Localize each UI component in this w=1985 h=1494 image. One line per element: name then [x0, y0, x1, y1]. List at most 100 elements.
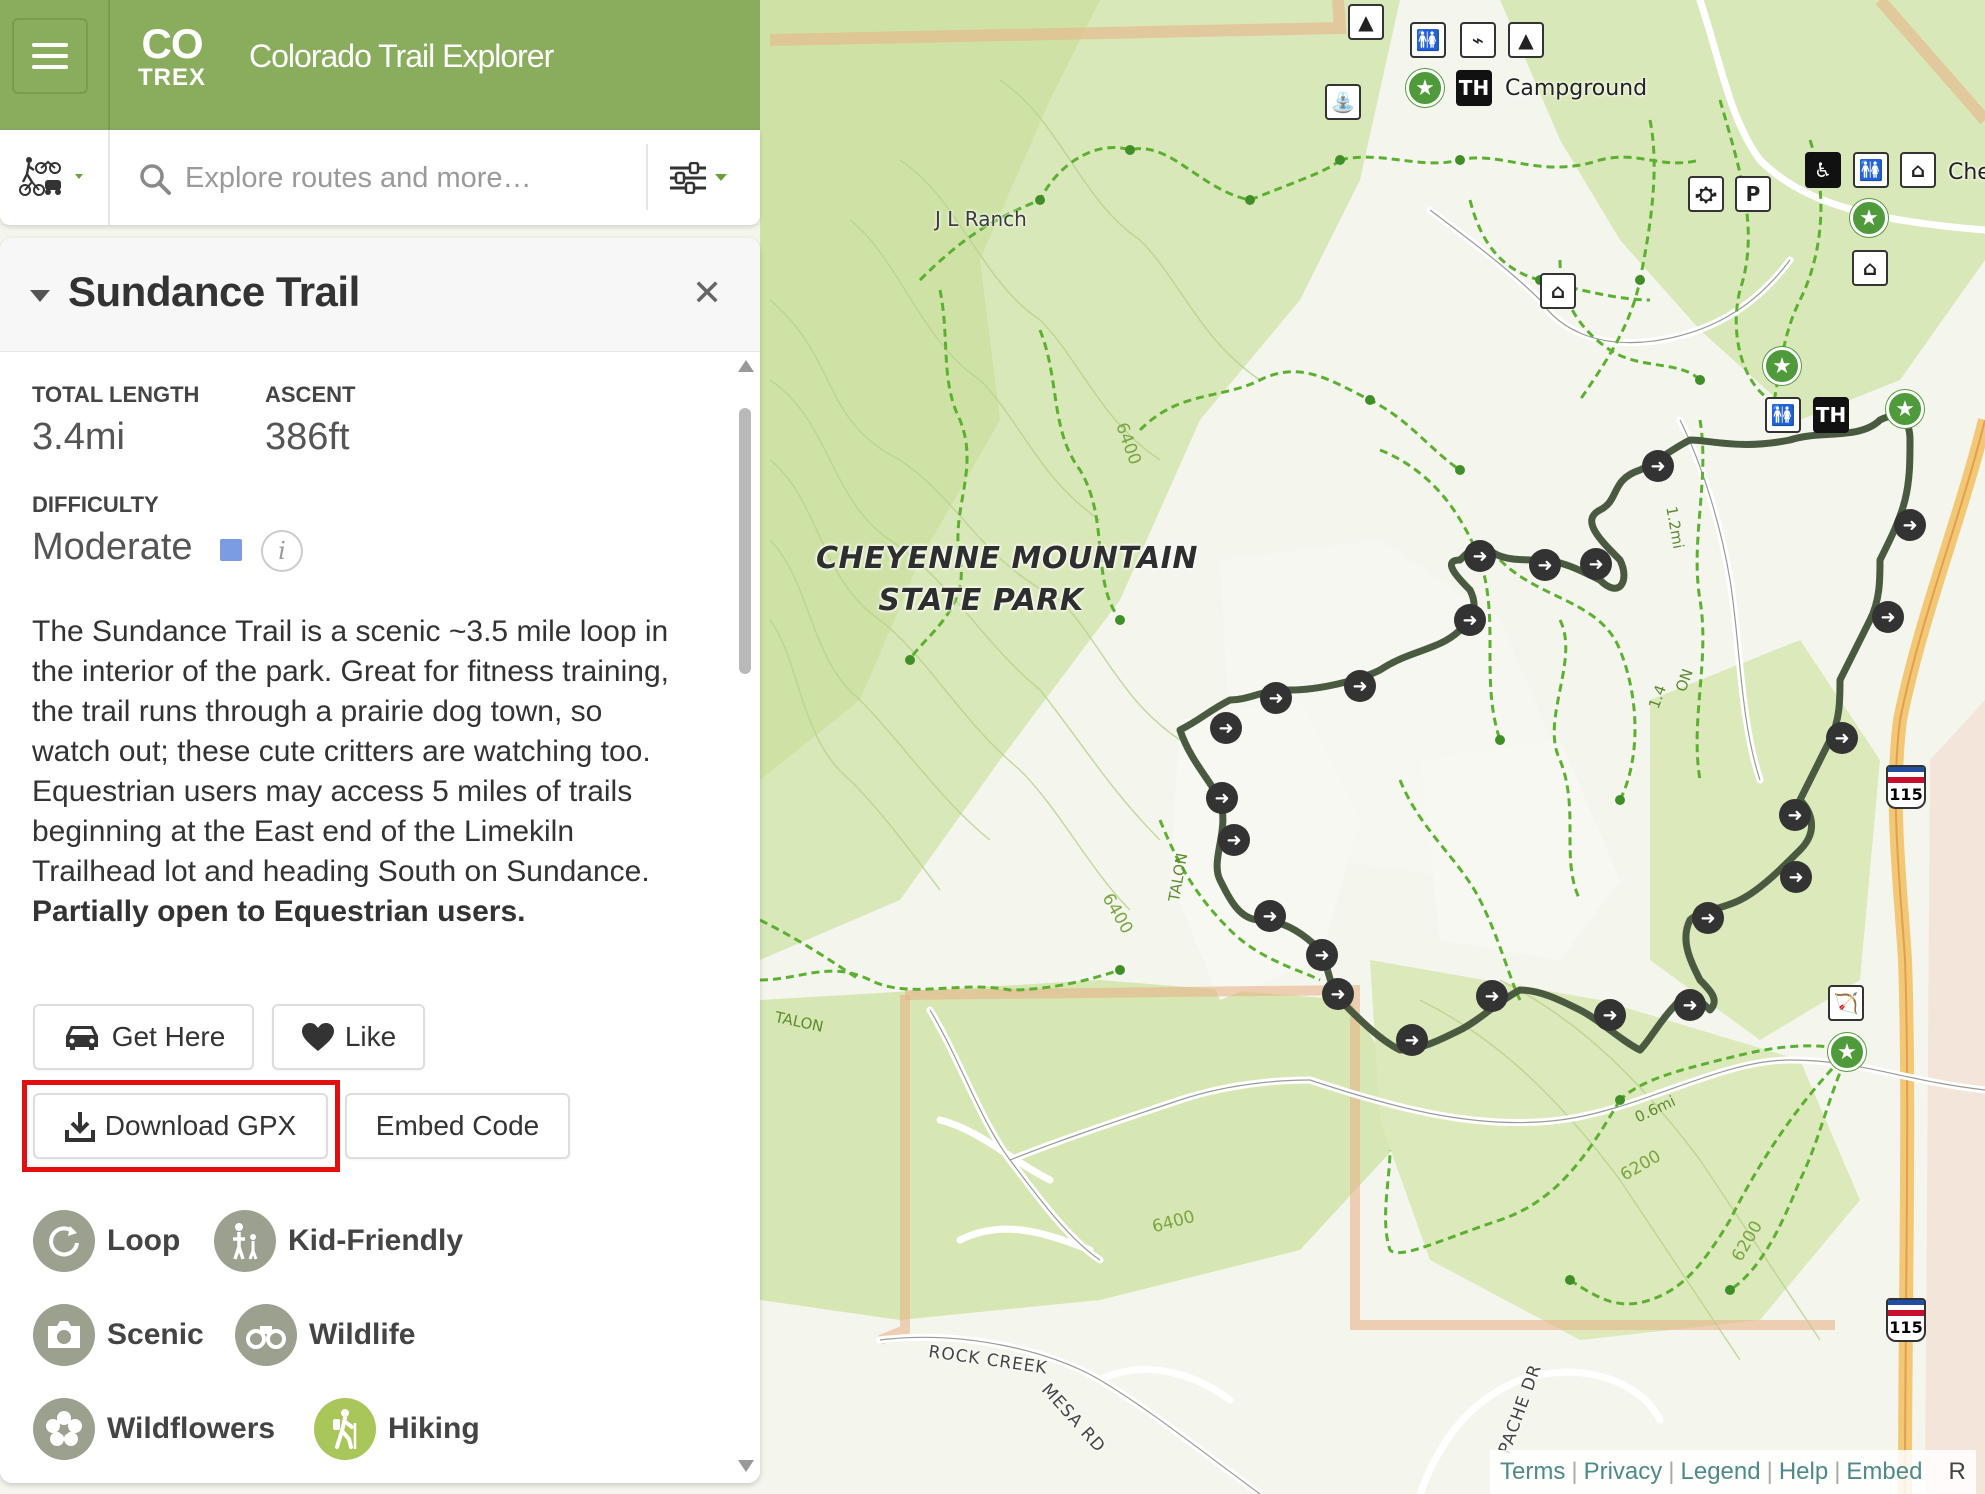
search-input[interactable]	[185, 154, 645, 202]
archery-icon[interactable]: 🏹	[1828, 985, 1864, 1021]
trailhead-icon[interactable]: TH	[1813, 397, 1849, 433]
svg-text:➜: ➜	[1462, 610, 1477, 631]
flower-icon	[33, 1398, 95, 1460]
family-icon	[214, 1210, 276, 1272]
favorite-poi-icon[interactable]: ★	[1828, 1033, 1866, 1071]
total-length-label: TOTAL LENGTH	[32, 382, 200, 407]
hiker-icon	[314, 1398, 376, 1460]
map-attribution: Terms | Privacy | Legend | Help | Embed …	[1490, 1450, 1976, 1494]
get-here-label: Get Here	[111, 1021, 226, 1052]
svg-text:➜: ➜	[1902, 515, 1917, 536]
search-bar	[0, 130, 760, 225]
hamburger-icon	[32, 54, 68, 58]
park-name-line2: STATE PARK	[878, 583, 1084, 618]
picnic-icon[interactable]: ⛮	[1688, 176, 1724, 212]
menu-button[interactable]	[12, 18, 88, 94]
svg-text:➜: ➜	[1787, 805, 1802, 826]
terms-link[interactable]: Terms	[1500, 1458, 1565, 1486]
accessible-icon[interactable]: ♿	[1805, 152, 1841, 188]
description-text: The Sundance Trail is a scenic ~3.5 mile…	[32, 615, 669, 888]
filter-button[interactable]	[668, 154, 738, 202]
shower-icon[interactable]: ⌁	[1460, 22, 1496, 58]
trailhead-icon[interactable]: TH	[1456, 70, 1492, 106]
restroom-icon[interactable]: 🚻	[1765, 397, 1801, 433]
ascent-value: 386ft	[265, 416, 350, 458]
park-name-line1: CHEYENNE MOUNTAIN	[816, 541, 1198, 576]
panel-header: Sundance Trail ✕	[0, 238, 760, 352]
campsite-icon[interactable]: ▲	[1348, 4, 1384, 40]
scroll-up-arrow-icon[interactable]	[738, 360, 754, 372]
park-name-label: CHEYENNE MOUNTAIN STATE PARK	[816, 538, 1198, 622]
svg-text:➜: ➜	[1484, 986, 1499, 1007]
chevron-down-icon	[715, 174, 727, 181]
svg-text:➜: ➜	[1218, 718, 1233, 739]
tag-loop: Loop	[33, 1210, 180, 1272]
embed-link[interactable]: Embed	[1846, 1458, 1922, 1486]
restroom-icon[interactable]: 🚻	[1410, 22, 1446, 58]
svg-text:➜: ➜	[1226, 830, 1241, 851]
help-link[interactable]: Help	[1779, 1458, 1828, 1486]
scroll-thumb[interactable]	[739, 408, 751, 674]
svg-text:➜: ➜	[1537, 555, 1552, 576]
svg-text:➜: ➜	[1330, 984, 1345, 1005]
tag-kid-friendly: Kid-Friendly	[214, 1210, 463, 1272]
get-here-button[interactable]: Get Here	[33, 1004, 254, 1070]
collapse-caret-icon[interactable]	[30, 290, 50, 302]
binoculars-icon	[235, 1304, 297, 1366]
embed-code-label: Embed Code	[375, 1110, 540, 1141]
tag-wildflowers: Wildflowers	[33, 1398, 275, 1460]
tag-label: Wildflowers	[107, 1412, 276, 1445]
jl-ranch-label: J L Ranch	[935, 207, 1027, 231]
panel-scrollbar[interactable]	[736, 360, 754, 1480]
favorite-poi-icon[interactable]: ★	[1406, 69, 1444, 107]
heart-icon	[301, 1023, 334, 1051]
shelter-icon[interactable]: ⌂	[1540, 273, 1576, 309]
svg-text:➜: ➜	[1788, 867, 1803, 888]
cheyenne-partial-label: Che	[1948, 160, 1985, 185]
tag-scenic: Scenic	[33, 1304, 204, 1366]
water-icon[interactable]: ⛲	[1325, 84, 1361, 120]
favorite-poi-icon[interactable]: ★	[1850, 199, 1888, 237]
restroom-icon[interactable]: 🚻	[1853, 152, 1889, 188]
svg-text:➜: ➜	[1588, 554, 1603, 575]
building-icon[interactable]: ⌂	[1900, 152, 1936, 188]
loop-icon	[33, 1210, 95, 1272]
embed-code-button[interactable]: Embed Code	[345, 1093, 570, 1159]
separator: |	[1766, 1458, 1773, 1485]
campsite-icon[interactable]: ▲	[1508, 22, 1544, 58]
svg-text:➜: ➜	[1650, 456, 1665, 477]
svg-text:➜: ➜	[1834, 728, 1849, 749]
activity-mode-button[interactable]	[14, 152, 90, 202]
like-label: Like	[344, 1021, 397, 1052]
info-icon[interactable]: i	[261, 530, 303, 572]
trail-description: The Sundance Trail is a scenic ~3.5 mile…	[32, 612, 672, 932]
truncated-link[interactable]: R	[1948, 1458, 1965, 1486]
legend-link[interactable]: Legend	[1681, 1458, 1761, 1486]
privacy-link[interactable]: Privacy	[1584, 1458, 1663, 1486]
close-button[interactable]: ✕	[692, 276, 722, 312]
tag-wildlife: Wildlife	[235, 1304, 415, 1366]
svg-text:➜: ➜	[1268, 688, 1283, 709]
hamburger-icon	[32, 65, 68, 69]
scroll-down-arrow-icon[interactable]	[738, 1460, 754, 1472]
favorite-poi-icon[interactable]: ★	[1886, 390, 1924, 428]
svg-text:➜: ➜	[1314, 945, 1329, 966]
tag-label: Scenic	[107, 1318, 204, 1351]
tag-label: Hiking	[388, 1412, 480, 1445]
svg-text:➜: ➜	[1472, 546, 1487, 567]
hamburger-icon	[32, 43, 68, 47]
cotrex-logo[interactable]: CO TREX	[132, 22, 212, 90]
parking-icon[interactable]: P	[1735, 176, 1771, 212]
separator: |	[1668, 1458, 1675, 1485]
ascent-label: ASCENT	[265, 382, 356, 407]
svg-text:➜: ➜	[1880, 607, 1895, 628]
separator: |	[1571, 1458, 1578, 1485]
campground-label: Campground	[1505, 76, 1648, 101]
description-bold-text: Partially open to Equestrian users.	[32, 895, 526, 928]
favorite-poi-icon[interactable]: ★	[1763, 347, 1801, 385]
tag-label: Wildlife	[309, 1318, 416, 1351]
info-building-icon[interactable]: ⌂	[1852, 250, 1888, 286]
like-button[interactable]: Like	[272, 1004, 425, 1070]
tag-label: Loop	[107, 1224, 181, 1257]
trail-detail-panel: Sundance Trail ✕ TOTAL LENGTH 3.4mi ASCE…	[0, 238, 760, 1483]
